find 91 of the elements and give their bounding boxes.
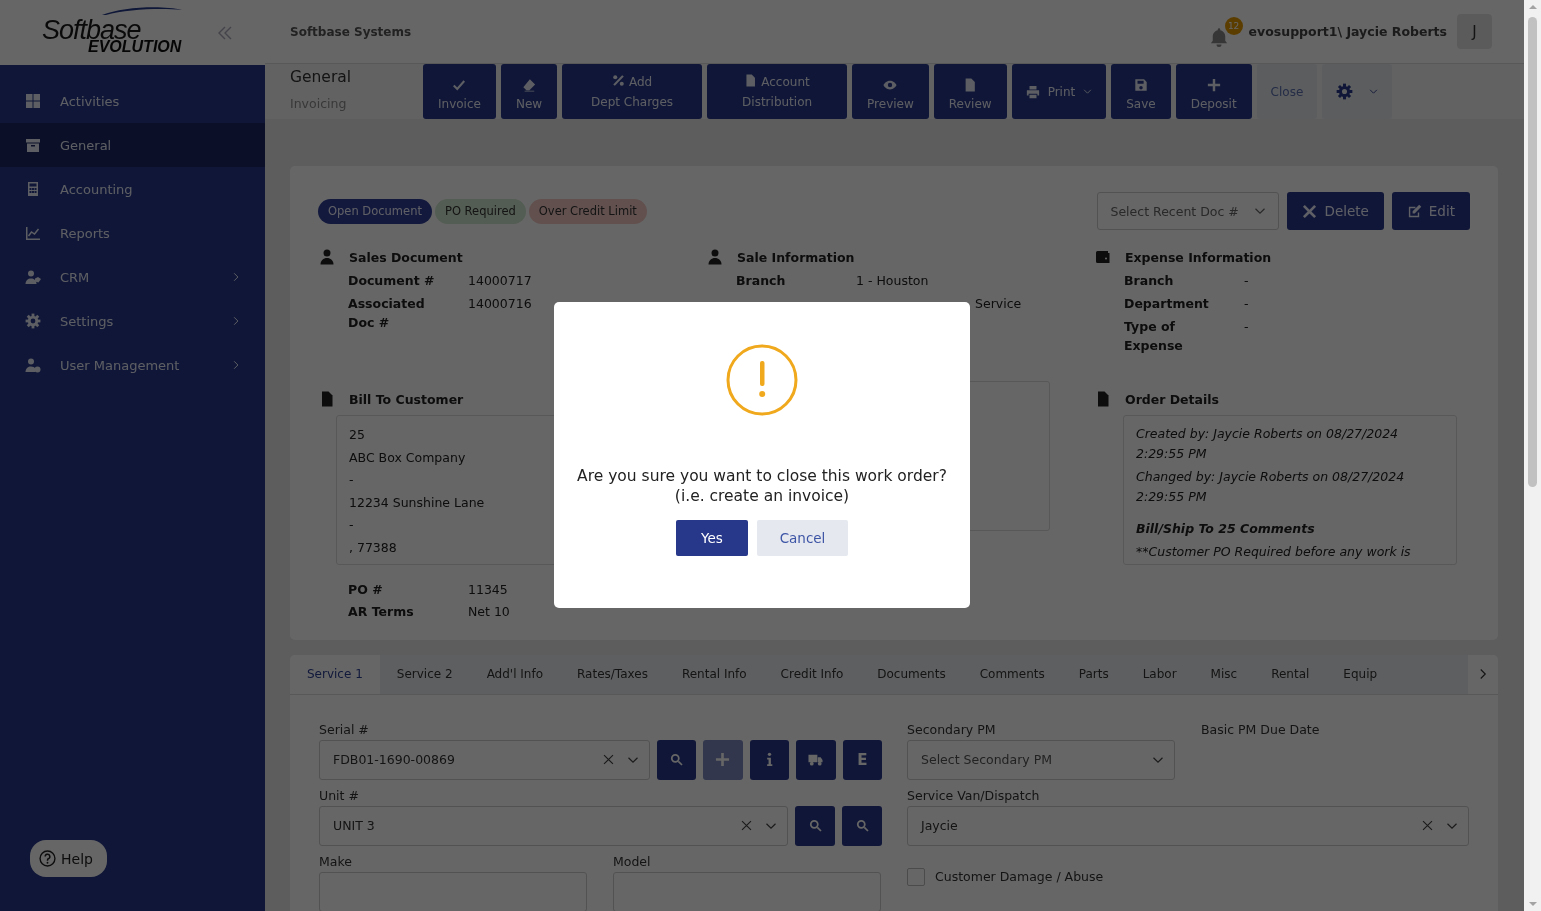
section-heading: Expense Information	[1125, 249, 1272, 265]
tab[interactable]: Misc	[1193, 654, 1255, 694]
field-label: Associated Doc #	[348, 295, 426, 333]
field-value: 14000717	[468, 272, 532, 291]
field-label: PO #	[348, 581, 384, 600]
field-label: Department	[1124, 295, 1210, 314]
toolbar-button[interactable]: Print	[1011, 64, 1107, 120]
field-label: Unit #	[319, 786, 360, 805]
field-label: Branch	[1124, 272, 1175, 291]
sidebar-item[interactable]: Activities	[0, 79, 265, 123]
field-label: AR Terms	[348, 603, 415, 622]
toolbar-button[interactable]: Review	[933, 64, 1007, 120]
tab[interactable]: Documents	[860, 654, 963, 694]
field-label: Make	[319, 852, 353, 871]
field-value: Service	[975, 295, 1022, 314]
status-badge: PO Required	[434, 198, 526, 224]
address-line: , 77388	[349, 539, 397, 558]
tab[interactable]: Credit Info	[763, 654, 861, 694]
sidebar-item[interactable]: Accounting	[0, 167, 265, 211]
comment-heading: Bill/Ship To 25 Comments	[1136, 520, 1316, 539]
address-line: 12234 Sunshine Lane	[349, 493, 485, 512]
tab[interactable]: Parts	[1061, 654, 1126, 694]
toolbar-button[interactable]: Close	[1256, 64, 1318, 120]
tab[interactable]: Rental	[1254, 654, 1327, 694]
service-van-field[interactable]: Jaycie	[907, 805, 1469, 846]
company-name: Softbase Systems	[290, 24, 412, 39]
cancel-button[interactable]: Cancel	[757, 520, 848, 556]
sidebar-item[interactable]: Reports	[0, 211, 265, 255]
tab[interactable]: Labor	[1125, 654, 1194, 694]
sidebar-item[interactable]: CRM	[0, 255, 265, 299]
field-value: 11345	[468, 581, 508, 600]
edit-button[interactable]: Edit	[1391, 192, 1470, 231]
toolbar-button[interactable]: Add Dept Charges	[562, 64, 703, 120]
tab[interactable]: Service 2	[379, 654, 470, 694]
field-label: Basic PM Due Date	[1201, 720, 1321, 739]
unit-field[interactable]: UNIT 3	[319, 805, 789, 846]
field-value: 1 - Houston	[856, 272, 929, 291]
page-title: General	[290, 68, 353, 89]
sidebar-item[interactable]: User Management	[0, 343, 265, 387]
field-value: -	[1244, 272, 1249, 291]
tab[interactable]: Rental Info	[664, 654, 764, 694]
status-badge: Open Document	[318, 198, 432, 224]
user-avatar[interactable]: J	[1457, 14, 1492, 50]
toolbar-button[interactable]: Account Distribution	[707, 64, 848, 120]
address-line: -	[349, 516, 354, 535]
user-name: evosupport1\ Jaycie Roberts	[1248, 24, 1447, 40]
notification-badge: 12	[1224, 16, 1243, 35]
section-heading: Sale Information	[737, 249, 855, 265]
logo: Softbase EVOLUTION	[42, 9, 192, 56]
tab[interactable]: Add'l Info	[469, 654, 560, 694]
help-button[interactable]: Help	[30, 840, 107, 877]
field-label: Document #	[348, 272, 436, 291]
tab[interactable]: Comments	[962, 654, 1062, 694]
toolbar-button[interactable]: Deposit	[1175, 64, 1252, 120]
field-label: Service Van/Dispatch	[907, 786, 1041, 805]
toolbar-button[interactable]: Save	[1111, 64, 1171, 120]
field-label: Branch	[736, 272, 787, 291]
secondary-pm-select[interactable]: Select Secondary PM	[907, 739, 1175, 780]
address-line: ABC Box Company	[349, 448, 466, 467]
section-heading: Bill To Customer	[349, 391, 464, 407]
order-note: Changed by: Jaycie Roberts on 08/27/2024 2:29:55 PM	[1136, 468, 1406, 507]
toolbar-button[interactable]: New	[500, 64, 558, 120]
tab[interactable]: Equip	[1326, 654, 1395, 694]
field-value: 14000716	[468, 295, 532, 314]
status-badge: Over Credit Limit	[528, 198, 647, 224]
toolbar-button[interactable]: Preview	[852, 64, 929, 120]
field-label: Secondary PM	[907, 720, 997, 739]
tab[interactable]: Rates/Taxes	[560, 654, 665, 694]
field-label: Model	[613, 852, 652, 871]
serial-field[interactable]: FDB01-1690-00869	[319, 739, 650, 780]
recent-doc-select[interactable]: Select Recent Doc #	[1097, 192, 1280, 231]
address-line: -	[349, 471, 354, 490]
confirm-button[interactable]: Yes	[676, 520, 748, 556]
order-note: Created by: Jaycie Roberts on 08/27/2024 2:29:55 PM	[1136, 425, 1400, 464]
field-label: Serial #	[319, 720, 370, 739]
delete-button[interactable]: Delete	[1287, 192, 1384, 231]
sidebar-item[interactable]: General	[0, 123, 265, 167]
field-label: Type of Expense	[1124, 318, 1184, 356]
field-value: -	[1244, 295, 1249, 314]
tab[interactable]: Service 1	[290, 654, 380, 694]
section-heading: Sales Document	[349, 249, 463, 265]
toolbar-button[interactable]: Invoice	[423, 64, 496, 120]
e-button[interactable]: E	[842, 739, 882, 780]
address-line: 25	[349, 426, 365, 445]
field-value: -	[1244, 318, 1249, 337]
order-note: **Customer PO Required before any work is	[1136, 543, 1412, 562]
field-value: Net 10	[468, 603, 510, 622]
sidebar-item[interactable]: Settings	[0, 299, 265, 343]
dialog-message: Are you sure you want to close this work order? (i.e. create an invoice)	[577, 466, 947, 506]
section-heading: Order Details	[1125, 391, 1219, 407]
checkbox-label: Customer Damage / Abuse	[935, 869, 1104, 885]
